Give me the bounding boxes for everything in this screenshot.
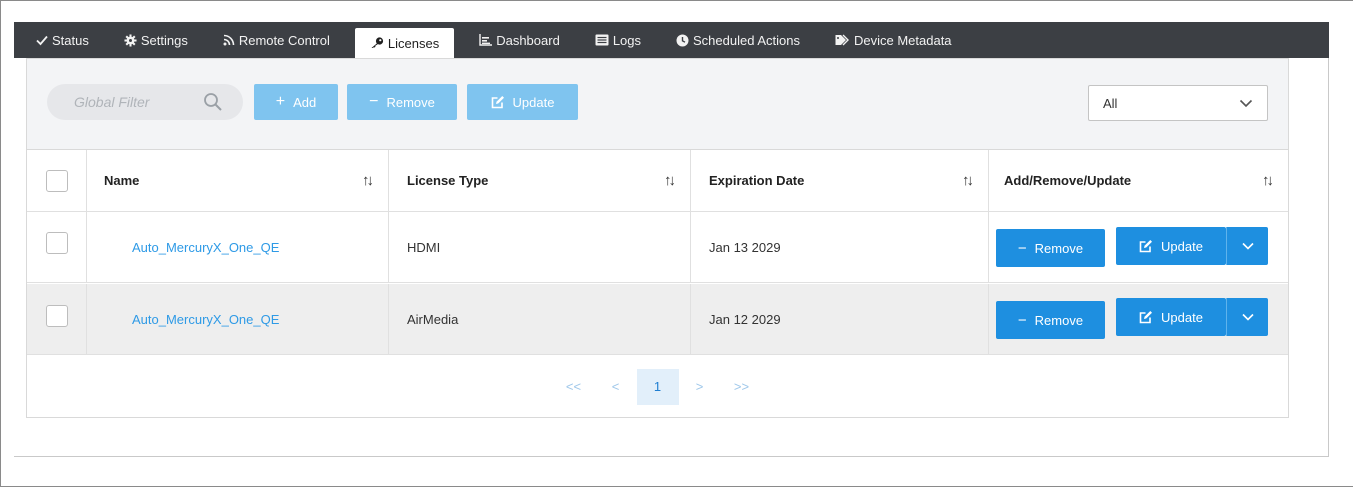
rss-icon <box>223 34 235 46</box>
next-page-button[interactable]: > <box>679 369 721 405</box>
remove-button[interactable]: − Remove <box>347 84 457 120</box>
row-checkbox-cell <box>27 284 87 354</box>
minus-icon: − <box>1017 311 1027 329</box>
remove-button-label: Remove <box>386 94 435 110</box>
row-update-button[interactable]: Update <box>1116 227 1226 265</box>
column-header-expiration-date[interactable]: Expiration Date ↑↓ <box>691 150 989 211</box>
column-header-license-type[interactable]: License Type ↑↓ <box>389 150 691 211</box>
sort-icon[interactable]: ↑↓ <box>962 172 974 189</box>
clock-icon <box>676 34 689 46</box>
key-icon <box>371 37 383 48</box>
tab-device-metadata[interactable]: Device Metadata <box>825 22 962 58</box>
minus-icon: − <box>1017 239 1027 257</box>
licenses-table-card: + Add − Remove Update All Name ↑↓ License… <box>26 58 1289 418</box>
edit-icon <box>491 96 504 109</box>
chevron-down-icon <box>1241 242 1254 250</box>
gear-icon <box>124 33 137 47</box>
add-button-label: Add <box>293 94 317 110</box>
column-header-label: Name <box>104 173 140 188</box>
license-filter-select[interactable]: All <box>1088 85 1268 121</box>
column-header-label: Add/Remove/Update <box>1004 173 1132 188</box>
row-checkbox[interactable] <box>45 305 68 327</box>
add-button[interactable]: + Add <box>254 84 338 120</box>
row-remove-button[interactable]: − Remove <box>996 301 1105 339</box>
table-row: Auto_MercuryX_One_QE AirMedia Jan 12 202… <box>27 284 1288 355</box>
tab-label: Scheduled Actions <box>693 32 800 48</box>
tab-label: Licenses <box>387 35 440 51</box>
previous-page-button[interactable]: < <box>595 369 637 405</box>
actions-cell: − Remove Update <box>989 284 1288 354</box>
sort-icon[interactable]: ↑↓ <box>362 172 374 189</box>
tab-label: Logs <box>612 32 642 48</box>
table-header: Name ↑↓ License Type ↑↓ Expiration Date ↑↓ … <box>27 150 1288 212</box>
last-page-button[interactable]: >> <box>721 369 763 405</box>
tab-settings[interactable]: Settings <box>114 22 198 58</box>
row-checkbox[interactable] <box>45 232 68 254</box>
tab-status[interactable]: Status <box>26 22 99 58</box>
tab-licenses[interactable]: Licenses <box>354 28 455 58</box>
table-toolbar: + Add − Remove Update All <box>27 59 1288 150</box>
tab-scheduled-actions[interactable]: Scheduled Actions <box>666 22 810 58</box>
license-name-link[interactable]: Auto_MercuryX_One_QE <box>104 312 279 327</box>
sort-icon[interactable]: ↑↓ <box>664 172 676 189</box>
tag-icon <box>835 34 849 46</box>
tab-label: Settings <box>140 32 188 48</box>
update-button-label: Update <box>512 94 555 110</box>
row-update-label: Update <box>1161 309 1203 325</box>
sort-icon[interactable]: ↑↓ <box>1262 172 1274 189</box>
area-chart-icon <box>479 34 493 46</box>
page-1-button[interactable]: 1 <box>636 368 679 405</box>
table-row: Auto_MercuryX_One_QE HDMI Jan 13 2029 − R… <box>27 212 1288 283</box>
chevron-down-icon <box>1239 99 1253 108</box>
tab-remote-control[interactable]: Remote Control <box>213 22 340 58</box>
select-all-checkbox[interactable] <box>45 169 68 192</box>
row-remove-label: Remove <box>1034 312 1084 328</box>
license-name-link[interactable]: Auto_MercuryX_One_QE <box>104 240 279 255</box>
search-icon[interactable] <box>203 92 223 112</box>
column-header-actions[interactable]: Add/Remove/Update ↑↓ <box>989 150 1288 211</box>
name-cell: Auto_MercuryX_One_QE <box>87 212 389 282</box>
license-type-cell: HDMI <box>389 212 691 282</box>
plus-icon: + <box>275 93 286 110</box>
edit-icon <box>1139 311 1153 324</box>
license-type-cell: AirMedia <box>389 284 691 354</box>
global-filter-input[interactable] <box>74 94 199 110</box>
row-update-dropdown[interactable] <box>1226 298 1268 336</box>
header-checkbox-cell <box>27 150 87 211</box>
expiration-date-cell: Jan 12 2029 <box>691 284 989 354</box>
row-update-button[interactable]: Update <box>1116 298 1226 336</box>
first-page-button[interactable]: << <box>553 369 595 405</box>
check-icon <box>36 35 48 46</box>
name-cell: Auto_MercuryX_One_QE <box>87 284 389 354</box>
tab-label: Remote Control <box>238 32 330 48</box>
global-filter <box>47 84 243 120</box>
expiration-date-cell: Jan 13 2029 <box>691 212 989 282</box>
tab-dashboard[interactable]: Dashboard <box>469 22 570 58</box>
tab-logs[interactable]: Logs <box>585 22 651 58</box>
actions-cell: − Remove Update <box>989 212 1288 282</box>
tab-label: Status <box>52 32 89 48</box>
row-update-label: Update <box>1161 238 1203 254</box>
column-header-label: License Type <box>407 173 489 188</box>
row-remove-button[interactable]: − Remove <box>996 229 1105 267</box>
column-header-name[interactable]: Name ↑↓ <box>87 150 389 211</box>
select-value: All <box>1103 95 1118 111</box>
row-remove-label: Remove <box>1034 240 1084 256</box>
row-checkbox-cell <box>27 212 87 282</box>
column-header-label: Expiration Date <box>709 173 805 188</box>
row-update-dropdown[interactable] <box>1226 227 1268 265</box>
list-icon <box>595 34 609 46</box>
tab-bar: Status Settings Remote Control Licenses … <box>14 22 1329 58</box>
tab-label: Dashboard <box>496 32 560 48</box>
minus-icon: − <box>369 93 379 110</box>
chevron-down-icon <box>1241 313 1254 321</box>
update-button[interactable]: Update <box>467 84 578 120</box>
pagination: << < 1 > >> <box>27 356 1288 417</box>
tab-label: Device Metadata <box>853 32 952 48</box>
edit-icon <box>1139 240 1153 253</box>
